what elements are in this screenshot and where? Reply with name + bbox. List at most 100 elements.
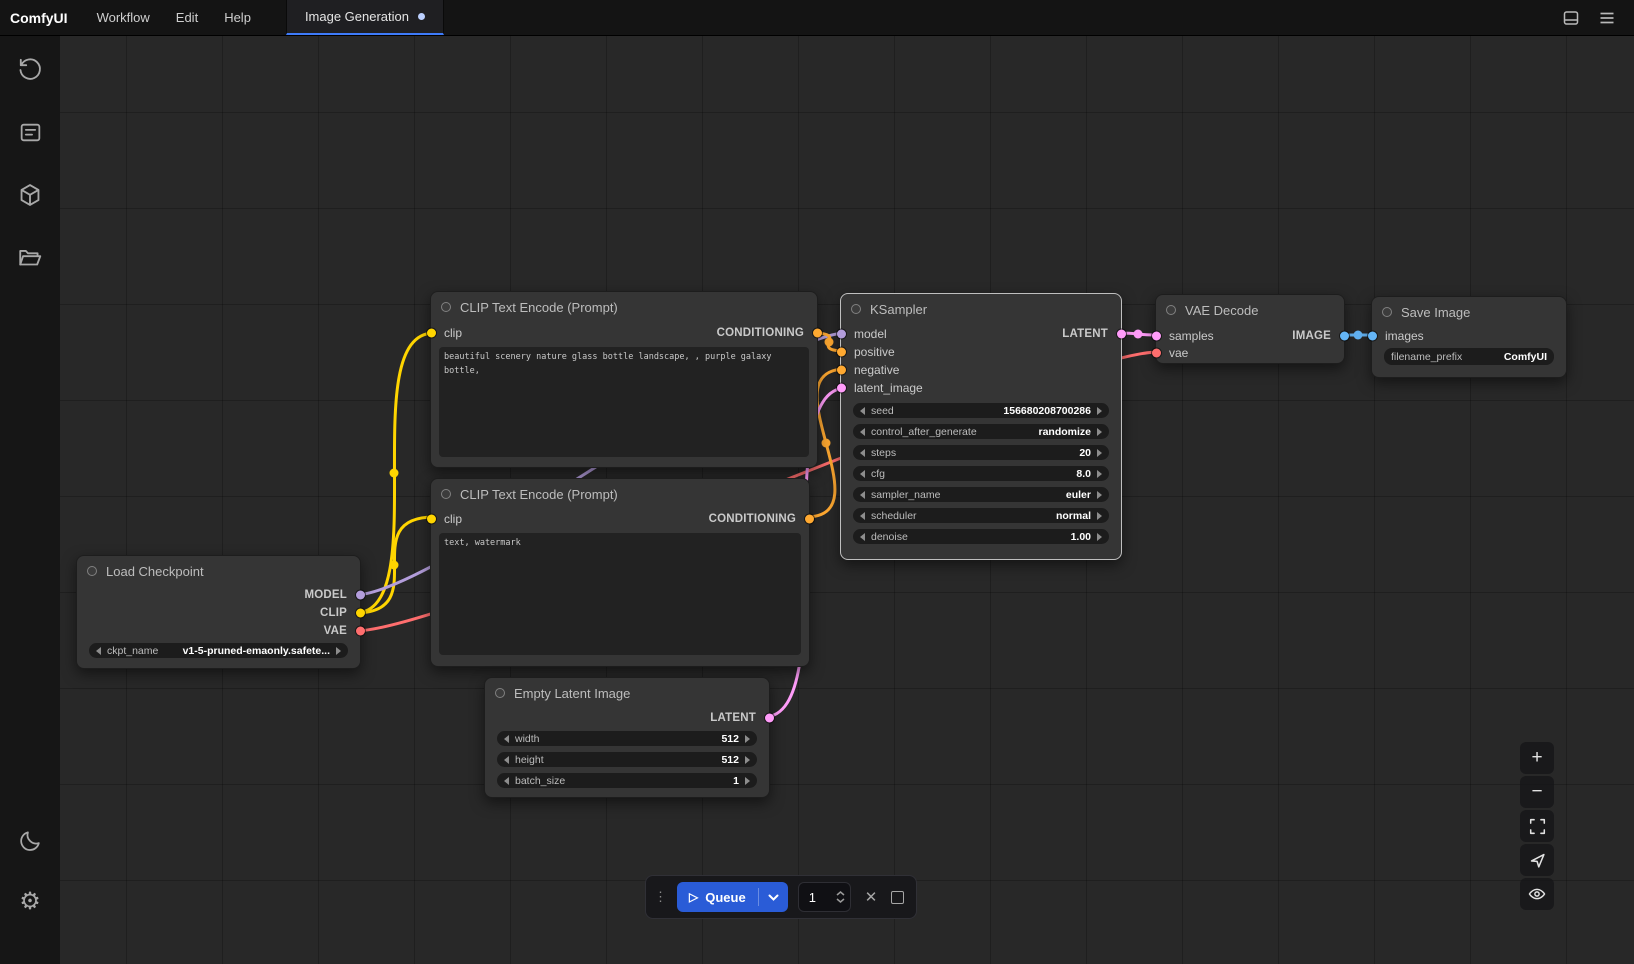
node-load-checkpoint[interactable]: Load Checkpoint MODEL CLIP VAE ckpt_name… — [76, 555, 361, 669]
next-arrow-icon[interactable] — [1097, 491, 1102, 499]
pan-navigate-button[interactable] — [1520, 844, 1554, 876]
output-port-clip[interactable] — [356, 609, 365, 618]
node-header[interactable]: CLIP Text Encode (Prompt) — [431, 292, 817, 316]
menu-edit[interactable]: Edit — [163, 0, 211, 35]
model-library-cube-icon[interactable] — [16, 181, 44, 209]
node-ksampler[interactable]: KSampler model LATENT positive negative … — [840, 293, 1122, 560]
widget-batch-size[interactable]: batch_size 1 — [497, 773, 757, 788]
decrement-arrow-icon[interactable] — [860, 449, 865, 457]
widget-ckpt-name[interactable]: ckpt_name v1-5-pruned-emaonly.safete... — [89, 643, 348, 658]
widget-steps[interactable]: steps 20 — [853, 445, 1109, 460]
input-port-vae[interactable] — [1152, 348, 1161, 357]
queue-button[interactable]: ▷ Queue — [677, 890, 758, 905]
output-port-latent[interactable] — [1117, 330, 1126, 339]
tab-image-generation[interactable]: Image Generation — [286, 0, 444, 35]
input-port-latent-image[interactable] — [837, 384, 846, 393]
increment-arrow-icon[interactable] — [745, 777, 750, 785]
input-port-images[interactable] — [1368, 332, 1377, 341]
next-arrow-icon[interactable] — [336, 647, 341, 655]
prompt-textarea[interactable]: beautiful scenery nature glass bottle la… — [439, 347, 809, 457]
node-clip-text-encode-positive[interactable]: CLIP Text Encode (Prompt) clip CONDITION… — [430, 291, 818, 468]
output-port-vae[interactable] — [356, 627, 365, 636]
widget-seed[interactable]: seed 156680208700286 — [853, 403, 1109, 418]
widget-height[interactable]: height 512 — [497, 752, 757, 767]
node-header[interactable]: CLIP Text Encode (Prompt) — [431, 479, 809, 503]
queue-list-icon[interactable] — [16, 118, 44, 146]
node-vae-decode[interactable]: VAE Decode samples IMAGE vae — [1155, 294, 1345, 364]
node-header[interactable]: VAE Decode — [1156, 295, 1344, 319]
decrement-arrow-icon[interactable] — [860, 491, 865, 499]
node-header[interactable]: Empty Latent Image — [485, 678, 769, 702]
decrement-arrow-icon[interactable] — [860, 512, 865, 520]
collapse-dot-icon[interactable] — [495, 688, 505, 698]
increment-arrow-icon[interactable] — [1097, 449, 1102, 457]
widget-cfg[interactable]: cfg 8.0 — [853, 466, 1109, 481]
decrement-arrow-icon[interactable] — [860, 428, 865, 436]
node-canvas[interactable]: Load Checkpoint MODEL CLIP VAE ckpt_name… — [60, 36, 1634, 964]
workflow-browser-folder-icon[interactable] — [16, 244, 44, 272]
hamburger-menu-icon[interactable] — [1592, 4, 1622, 32]
node-header[interactable]: KSampler — [841, 294, 1121, 318]
collapse-dot-icon[interactable] — [87, 566, 97, 576]
widget-sampler-name[interactable]: sampler_name euler — [853, 487, 1109, 502]
increment-arrow-icon[interactable] — [1097, 428, 1102, 436]
decrement-arrow-icon[interactable] — [504, 735, 509, 743]
fit-view-button[interactable] — [1520, 810, 1554, 842]
collapse-dot-icon[interactable] — [851, 304, 861, 314]
widget-denoise[interactable]: denoise 1.00 — [853, 529, 1109, 544]
input-port-samples[interactable] — [1152, 331, 1161, 340]
output-port-conditioning[interactable] — [813, 329, 822, 338]
menu-workflow[interactable]: Workflow — [84, 0, 163, 35]
zoom-in-button[interactable]: + — [1520, 742, 1554, 774]
prev-arrow-icon[interactable] — [96, 647, 101, 655]
node-header[interactable]: Save Image — [1372, 297, 1566, 321]
collapse-dot-icon[interactable] — [441, 489, 451, 499]
widget-filename-prefix[interactable]: filename_prefix ComfyUI — [1384, 348, 1554, 365]
decrement-arrow-icon[interactable] — [504, 777, 509, 785]
node-empty-latent-image[interactable]: Empty Latent Image LATENT width 512 heig… — [484, 677, 770, 798]
collapse-dot-icon[interactable] — [1382, 307, 1392, 317]
workflows-history-icon[interactable] — [16, 55, 44, 83]
node-header[interactable]: Load Checkpoint — [77, 556, 360, 580]
collapse-dot-icon[interactable] — [441, 302, 451, 312]
bottom-panel-toggle-icon[interactable] — [1556, 4, 1586, 32]
menu-help[interactable]: Help — [211, 0, 264, 35]
toggle-visibility-eye-button[interactable] — [1520, 878, 1554, 910]
batch-count-steppers[interactable] — [836, 891, 845, 903]
prompt-textarea[interactable]: text, watermark — [439, 533, 801, 655]
widget-control-after-generate[interactable]: control_after_generate randomize — [853, 424, 1109, 439]
queue-button-group: ▷ Queue — [677, 882, 788, 912]
widget-scheduler[interactable]: scheduler normal — [853, 508, 1109, 523]
input-port-clip[interactable] — [427, 329, 436, 338]
output-port-latent[interactable] — [765, 714, 774, 723]
increment-arrow-icon[interactable] — [1097, 407, 1102, 415]
decrement-arrow-icon[interactable] — [504, 756, 509, 764]
queue-options-chevron-icon[interactable] — [759, 894, 788, 901]
settings-gear-icon[interactable]: ⚙ — [16, 888, 44, 916]
theme-moon-icon[interactable] — [16, 826, 44, 854]
output-port-image[interactable] — [1340, 331, 1349, 340]
clear-queue-close-icon[interactable]: ✕ — [861, 888, 882, 906]
node-save-image[interactable]: Save Image images filename_prefix ComfyU… — [1371, 296, 1567, 378]
collapse-dot-icon[interactable] — [1166, 305, 1176, 315]
next-arrow-icon[interactable] — [1097, 512, 1102, 520]
decrement-arrow-icon[interactable] — [860, 407, 865, 415]
increment-arrow-icon[interactable] — [1097, 533, 1102, 541]
output-port-conditioning[interactable] — [805, 515, 814, 524]
increment-arrow-icon[interactable] — [745, 735, 750, 743]
batch-count-input[interactable]: 1 — [798, 882, 851, 912]
input-port-negative[interactable] — [837, 366, 846, 375]
input-port-model[interactable] — [837, 330, 846, 339]
node-clip-text-encode-negative[interactable]: CLIP Text Encode (Prompt) clip CONDITION… — [430, 478, 810, 667]
zoom-out-button[interactable]: − — [1520, 776, 1554, 808]
input-port-positive[interactable] — [837, 348, 846, 357]
increment-arrow-icon[interactable] — [1097, 470, 1102, 478]
stop-square-icon[interactable] — [891, 891, 904, 904]
increment-arrow-icon[interactable] — [745, 756, 750, 764]
input-port-clip[interactable] — [427, 515, 436, 524]
decrement-arrow-icon[interactable] — [860, 470, 865, 478]
decrement-arrow-icon[interactable] — [860, 533, 865, 541]
drag-handle-icon[interactable]: ⋮ — [654, 889, 667, 905]
widget-width[interactable]: width 512 — [497, 731, 757, 746]
output-port-model[interactable] — [356, 591, 365, 600]
